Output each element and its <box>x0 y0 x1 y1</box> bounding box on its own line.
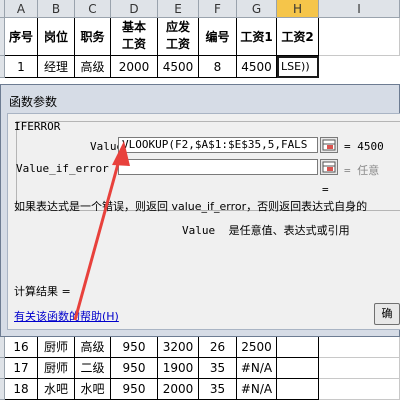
column-header-b[interactable]: B <box>38 0 75 18</box>
table-cell[interactable]: 高级 <box>75 56 111 78</box>
table-cell[interactable]: 水吧 <box>75 379 111 400</box>
table-cell[interactable]: 1 <box>5 56 38 78</box>
column-header-h[interactable]: H <box>277 0 319 18</box>
value-if-error-result: = 任意 <box>344 164 380 177</box>
active-cell-formula[interactable]: LSE)) <box>277 56 319 78</box>
table-cell[interactable]: 17 <box>5 358 38 379</box>
table-cell[interactable] <box>277 358 319 379</box>
table-cell[interactable]: 4500 <box>158 56 199 78</box>
value-arg-result: = 4500 <box>344 140 384 153</box>
table-header-cell[interactable]: 编号 <box>199 18 237 56</box>
table-cell[interactable]: 水吧 <box>38 379 75 400</box>
table-header-cell[interactable]: 岗位 <box>38 18 75 56</box>
table-cell[interactable]: 1900 <box>158 358 199 379</box>
table-cell[interactable]: 2500 <box>237 337 277 358</box>
value-if-error-range-picker-button[interactable] <box>320 159 338 175</box>
argument-description-text: 是任意值、表达式或引用 <box>228 224 350 237</box>
table-cell[interactable]: #N/A <box>237 358 277 379</box>
function-help-link[interactable]: 有关该函数的帮助(H) <box>14 308 119 324</box>
table-cell[interactable]: 经理 <box>38 56 75 78</box>
table-header-cell[interactable]: 应发 工资 <box>158 18 199 56</box>
table-cell[interactable]: 16 <box>5 337 38 358</box>
table-cell[interactable] <box>319 18 400 56</box>
table-header-cell[interactable]: 工资1 <box>237 18 277 56</box>
table-cell[interactable]: #N/A <box>237 379 277 400</box>
ok-button[interactable]: 确 <box>374 303 400 325</box>
column-header-e[interactable]: E <box>158 0 199 18</box>
argument-description: Value 是任意值、表达式或引用 <box>182 222 350 238</box>
table-cell[interactable] <box>319 358 400 379</box>
table-cell[interactable]: 4500 <box>237 56 277 78</box>
table-header-cell[interactable]: 工资2 <box>277 18 319 56</box>
column-header-c[interactable]: C <box>75 0 111 18</box>
table-cell[interactable]: 8 <box>199 56 237 78</box>
value-if-error-input[interactable] <box>118 159 318 175</box>
table-cell[interactable]: 厨师 <box>38 358 75 379</box>
value-range-picker-button[interactable] <box>320 137 338 153</box>
value-arg-input[interactable]: VLOOKUP(F2,$A$1:$E$35,5,FALS <box>118 137 318 153</box>
column-header-g[interactable]: G <box>237 0 277 18</box>
table-cell[interactable] <box>319 337 400 358</box>
table-cell[interactable]: 950 <box>111 379 158 400</box>
table-cell[interactable]: 35 <box>199 379 237 400</box>
range-picker-icon <box>322 161 336 173</box>
function-description: 如果表达式是一个错误，则返回 value_if_error，否则返回表达式自身的 <box>14 200 368 213</box>
table-cell[interactable]: 3200 <box>158 337 199 358</box>
table-cell[interactable] <box>319 379 400 400</box>
table-cell[interactable]: 18 <box>5 379 38 400</box>
table-cell[interactable]: 2000 <box>158 379 199 400</box>
range-picker-icon <box>322 139 336 151</box>
table-header-cell[interactable]: 职务 <box>75 18 111 56</box>
table-cell[interactable]: 高级 <box>75 337 111 358</box>
column-header-d[interactable]: D <box>111 0 158 18</box>
column-header-f[interactable]: F <box>199 0 237 18</box>
value-if-error-label: Value_if_error <box>16 162 109 175</box>
dialog-title: 函数参数 <box>9 95 58 109</box>
table-cell[interactable]: 950 <box>111 337 158 358</box>
table-header-cell[interactable]: 序号 <box>5 18 38 56</box>
table-cell[interactable]: 35 <box>199 358 237 379</box>
table-cell[interactable]: 二级 <box>75 358 111 379</box>
column-header-i[interactable]: I <box>319 0 400 18</box>
table-cell[interactable] <box>277 337 319 358</box>
table-cell[interactable]: 2000 <box>111 56 158 78</box>
table-cell[interactable] <box>277 379 319 400</box>
table-cell[interactable]: 厨师 <box>38 337 75 358</box>
table-cell[interactable]: 26 <box>199 337 237 358</box>
overall-result-eq: = <box>322 183 329 196</box>
calculation-result: 计算结果 = <box>14 285 71 298</box>
table-cell[interactable]: 950 <box>111 358 158 379</box>
argument-description-name: Value <box>182 224 216 237</box>
function-name: IFERROR <box>14 120 61 133</box>
table-header-cell[interactable]: 基本 工资 <box>111 18 158 56</box>
column-header-a[interactable]: A <box>5 0 38 18</box>
